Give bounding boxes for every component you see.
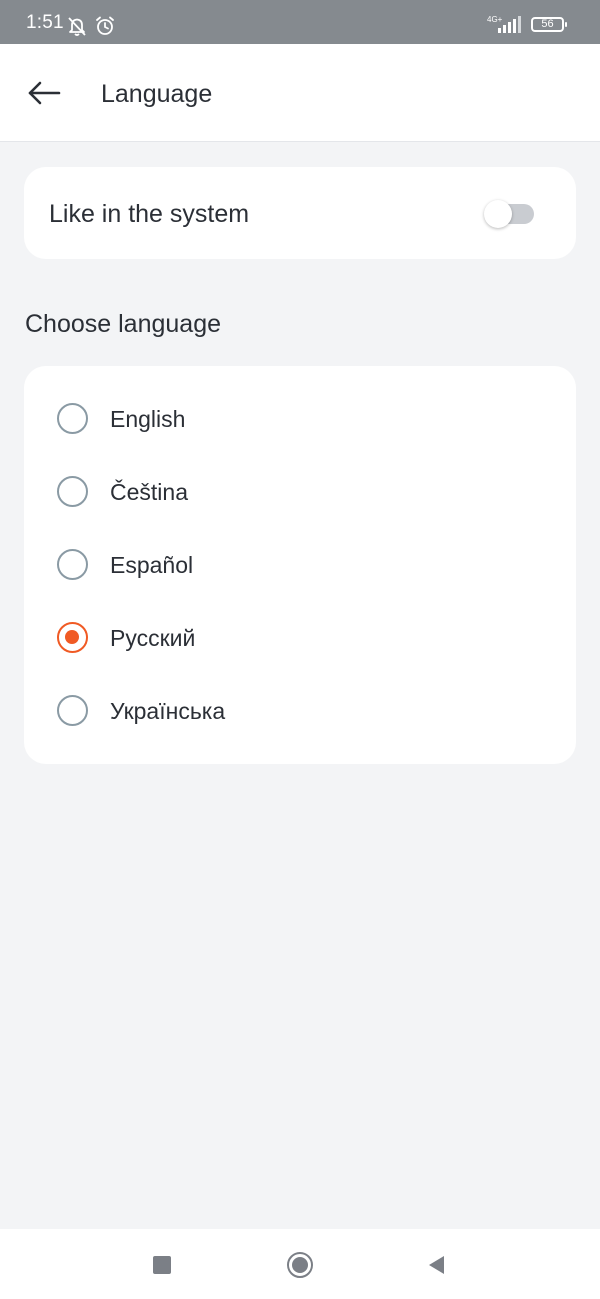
language-option-label: Čeština xyxy=(110,479,188,505)
language-option-ukrainian[interactable]: Українська xyxy=(24,675,576,747)
back-nav-button[interactable] xyxy=(416,1249,456,1281)
recents-button[interactable] xyxy=(142,1249,182,1281)
page-title: Language xyxy=(101,80,213,108)
language-option-label: Українська xyxy=(110,698,226,724)
radio-button-selected[interactable] xyxy=(57,622,88,653)
language-option-czech[interactable]: Čeština xyxy=(24,456,576,528)
language-option-russian[interactable]: Русский xyxy=(24,602,576,674)
status-time: 1:51 xyxy=(26,12,64,33)
battery-icon: 56 xyxy=(531,17,567,32)
choose-language-heading: Choose language xyxy=(25,310,221,338)
toggle-thumb xyxy=(484,200,512,228)
language-option-spanish[interactable]: Español xyxy=(24,529,576,601)
back-button[interactable] xyxy=(22,71,66,115)
back-triangle-icon xyxy=(429,1256,444,1274)
radio-button[interactable] xyxy=(57,403,88,434)
arrow-left-icon xyxy=(28,81,61,105)
home-circle-icon xyxy=(287,1252,313,1278)
system-language-toggle[interactable] xyxy=(484,200,536,228)
bell-off-icon xyxy=(68,17,86,36)
recents-square-icon xyxy=(153,1256,171,1274)
language-option-english[interactable]: English xyxy=(24,383,576,455)
status-bar: 1:51 4G+ 56 xyxy=(0,0,600,44)
language-option-label: English xyxy=(110,406,186,432)
system-language-label: Like in the system xyxy=(49,200,250,228)
radio-button[interactable] xyxy=(57,695,88,726)
alarm-icon xyxy=(96,16,114,35)
radio-button[interactable] xyxy=(57,476,88,507)
language-option-label: Español xyxy=(110,552,194,578)
system-navigation-bar xyxy=(0,1229,600,1299)
radio-button[interactable] xyxy=(57,549,88,580)
home-button[interactable] xyxy=(280,1249,320,1281)
language-option-label: Русский xyxy=(110,625,196,651)
language-options-card: English Čeština Español Русский Українсь… xyxy=(24,366,576,764)
battery-level: 56 xyxy=(541,18,554,30)
signal-icon xyxy=(498,16,521,33)
top-app-bar: Language xyxy=(0,44,600,142)
